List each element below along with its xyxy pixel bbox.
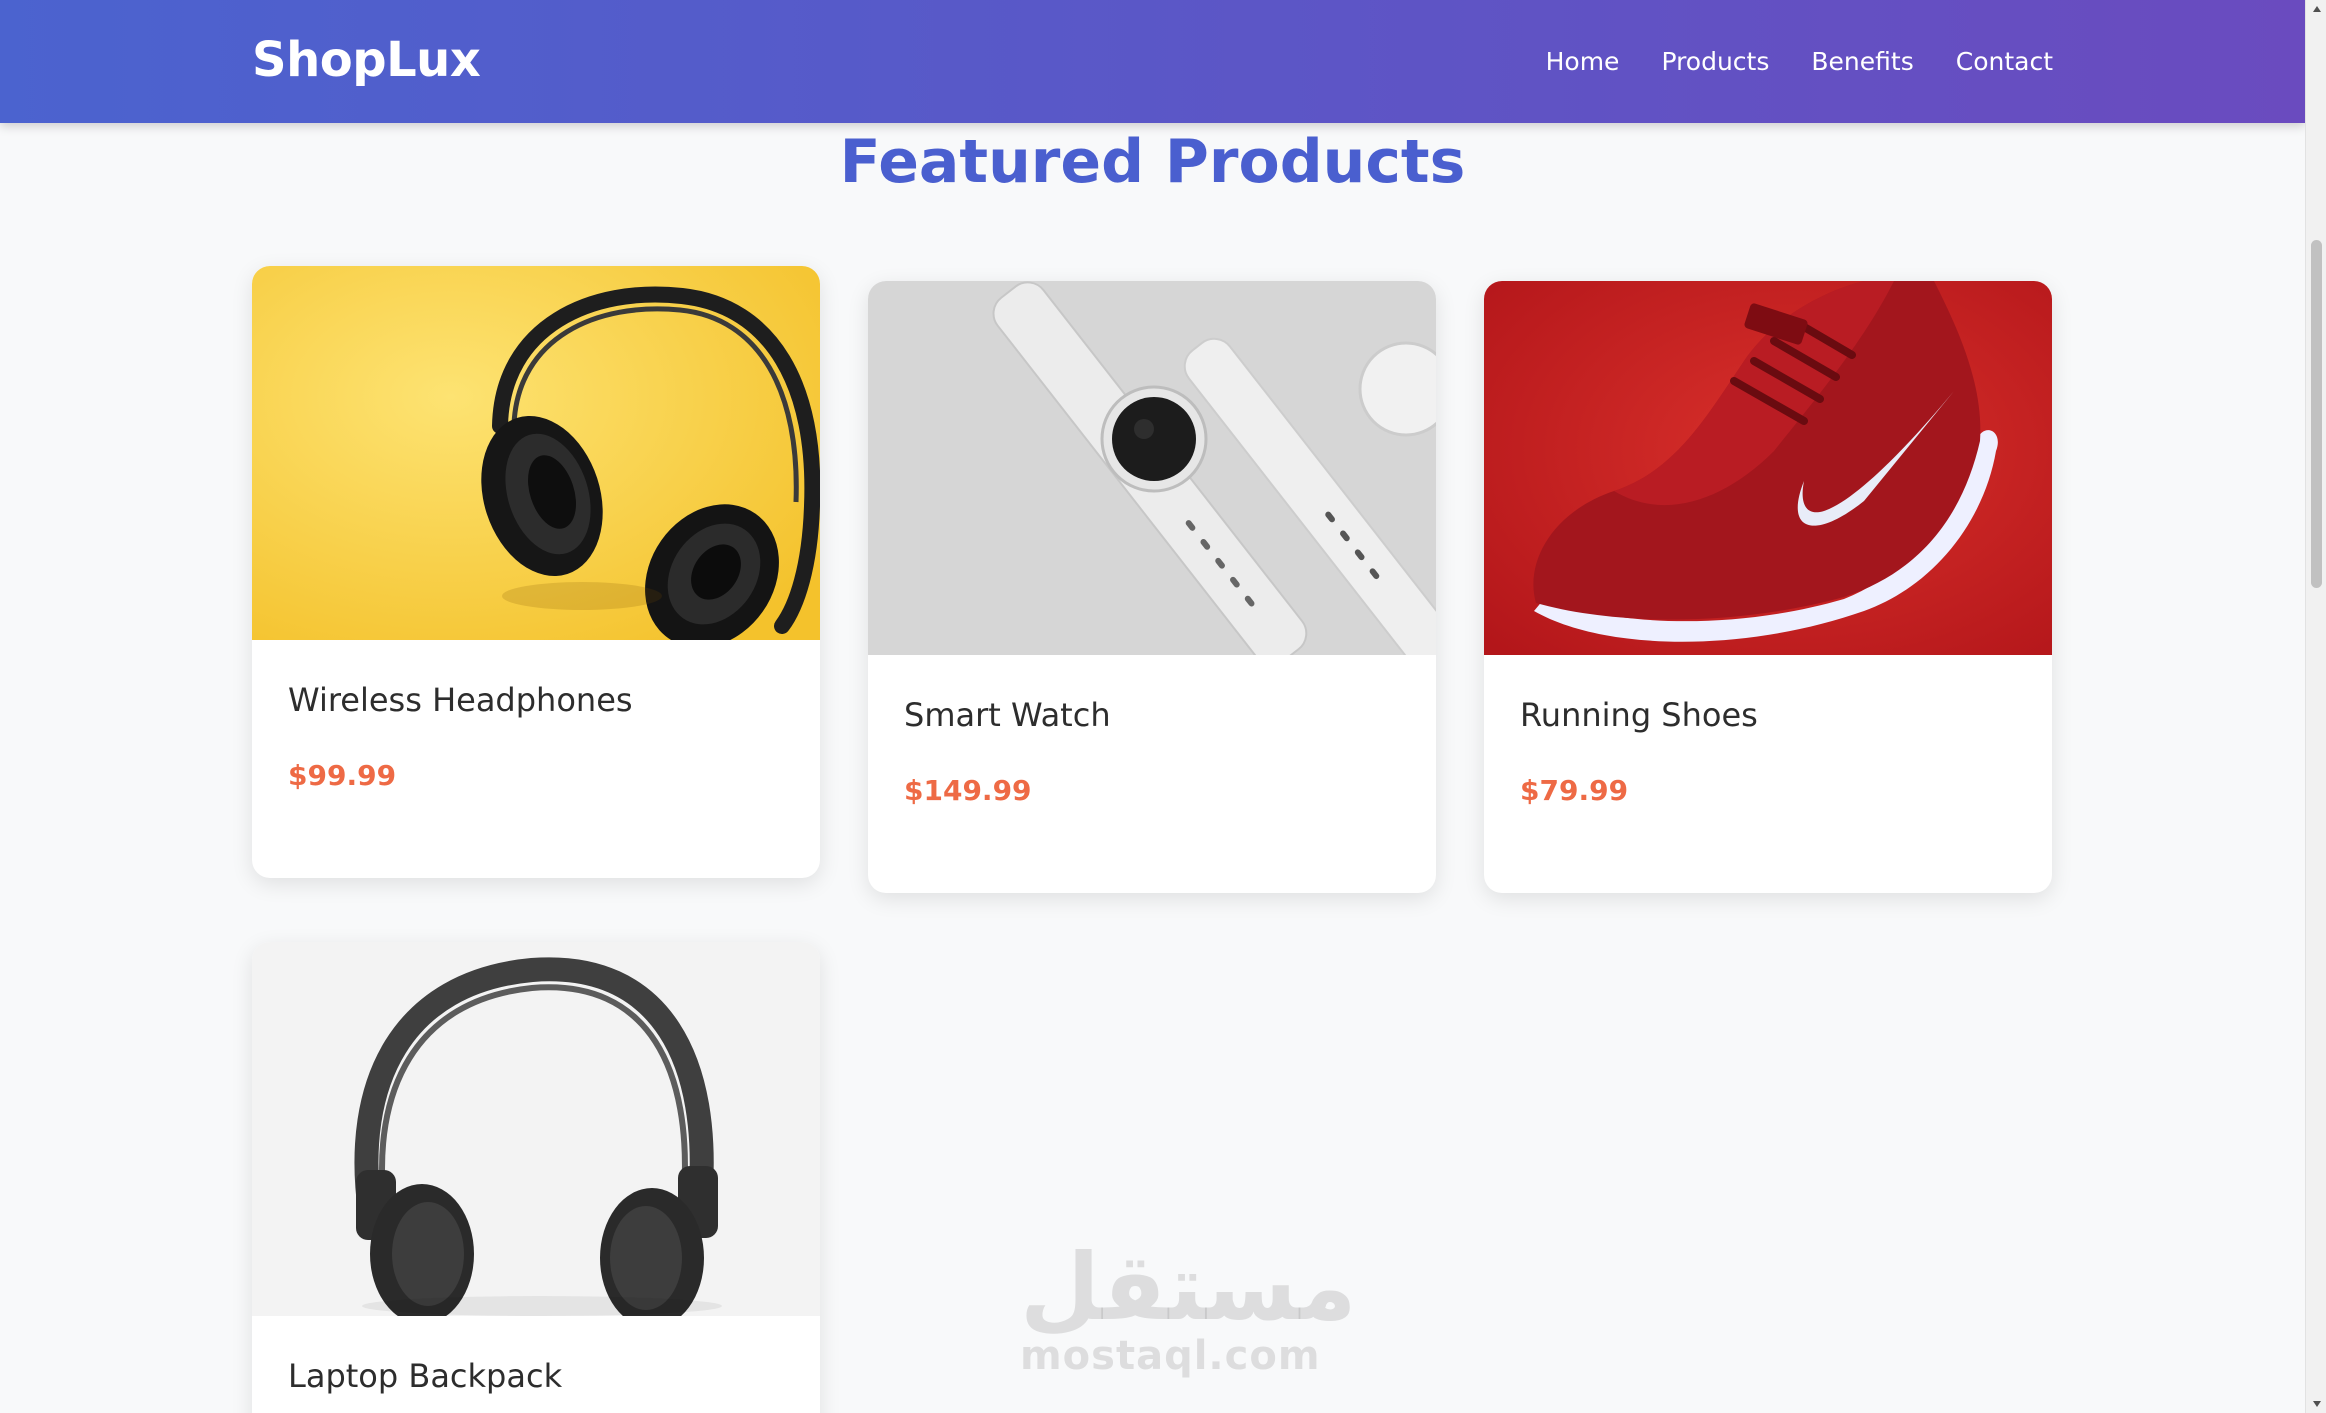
watermark: مستقل mostaql.com xyxy=(1020,1234,1357,1379)
page: ShopLux Home Products Benefits Contact F… xyxy=(0,0,2305,1413)
scroll-down-icon[interactable] xyxy=(2306,1395,2326,1413)
section-title: Featured Products xyxy=(839,127,1466,197)
running-shoe-photo xyxy=(1484,281,2052,655)
watermark-logo: مستقل xyxy=(1020,1234,1357,1341)
scroll-up-icon[interactable] xyxy=(2306,0,2326,18)
navbar: ShopLux Home Products Benefits Contact xyxy=(0,0,2305,123)
product-price: $149.99 xyxy=(904,774,1032,807)
product-card[interactable]: Laptop Backpack xyxy=(252,942,820,1413)
product-image-laptop-backpack[interactable] xyxy=(252,942,820,1316)
product-card[interactable]: Smart Watch $149.99 xyxy=(868,281,1436,893)
product-name[interactable]: Laptop Backpack xyxy=(288,1356,562,1396)
scrollbar-thumb[interactable] xyxy=(2311,240,2322,588)
product-image-headphones-yellow[interactable] xyxy=(252,266,820,640)
smart-watch-photo xyxy=(868,281,1436,655)
product-name[interactable]: Wireless Headphones xyxy=(288,680,633,720)
watermark-text: mostaql.com xyxy=(1020,1333,1321,1379)
product-name[interactable]: Smart Watch xyxy=(904,695,1111,735)
product-name[interactable]: Running Shoes xyxy=(1520,695,1758,735)
nav-link-benefits[interactable]: Benefits xyxy=(1811,47,1913,76)
product-card[interactable]: Running Shoes $79.99 xyxy=(1484,281,2052,893)
nav-link-home[interactable]: Home xyxy=(1546,47,1620,76)
product-image-smart-watch[interactable] xyxy=(868,281,1436,655)
product-image-running-shoe[interactable] xyxy=(1484,281,2052,655)
brand-logo[interactable]: ShopLux xyxy=(252,28,481,92)
product-price: $79.99 xyxy=(1520,774,1629,807)
nav-links: Home Products Benefits Contact xyxy=(1546,0,2053,123)
headphones-photo xyxy=(252,266,820,640)
nav-link-contact[interactable]: Contact xyxy=(1956,47,2053,76)
product-price: $99.99 xyxy=(288,759,397,792)
gray-headphones-photo xyxy=(252,942,820,1316)
vertical-scrollbar[interactable] xyxy=(2305,0,2326,1413)
nav-link-products[interactable]: Products xyxy=(1661,47,1769,76)
product-card[interactable]: Wireless Headphones $99.99 xyxy=(252,266,820,878)
